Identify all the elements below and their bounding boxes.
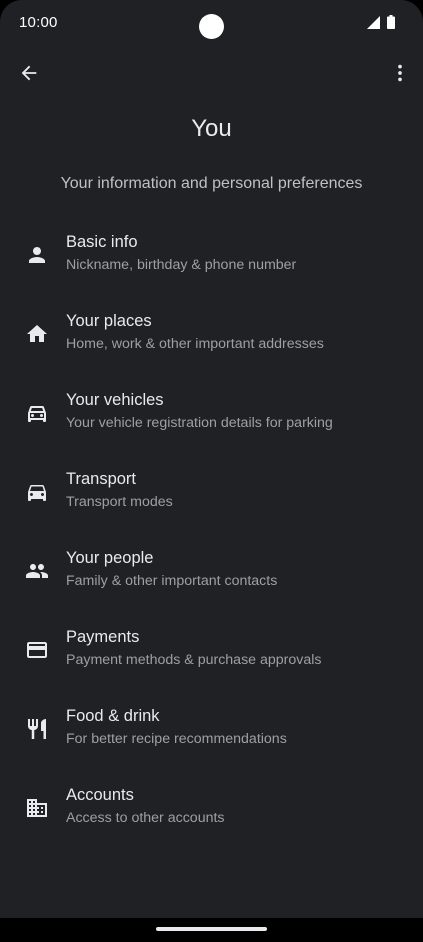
more-vert-icon: [389, 62, 411, 89]
arrow-back-icon: [18, 62, 40, 89]
person-icon: [24, 242, 50, 268]
menu-item-label: Your places: [66, 312, 152, 330]
menu-item-your-places[interactable]: Your places Home, work & other important…: [0, 301, 423, 380]
back-button[interactable]: [9, 55, 49, 95]
menu-item-label: Accounts: [66, 786, 134, 804]
menu-item-description: Payment methods & purchase approvals: [66, 652, 322, 668]
menu-item-description: Family & other important contacts: [66, 573, 278, 589]
status-bar: 10:00: [0, 0, 423, 46]
status-time: 10:00: [19, 14, 58, 31]
menu-item-description: Transport modes: [66, 494, 173, 510]
menu-item-label: Basic info: [66, 233, 138, 251]
menu-item-label: Your vehicles: [66, 391, 164, 409]
page-subtitle: Your information and personal preference…: [60, 175, 363, 192]
top-app-bar: [0, 52, 423, 98]
menu-item-label: Transport: [66, 470, 136, 488]
restaurant-icon: [24, 716, 50, 742]
menu-item-your-vehicles[interactable]: Your vehicles Your vehicle registration …: [0, 380, 423, 459]
people-icon: [24, 558, 50, 584]
menu-item-description: Nickname, birthday & phone number: [66, 257, 297, 273]
menu-item-payments[interactable]: Payments Payment methods & purchase appr…: [0, 617, 423, 696]
camera-cutout: [199, 14, 224, 39]
signal-icon: [367, 15, 380, 34]
page-title: You: [191, 115, 232, 142]
menu-item-description: For better recipe recommendations: [66, 731, 287, 747]
domain-icon: [24, 795, 50, 821]
menu-item-label: Your people: [66, 549, 154, 567]
menu-item-description: Home, work & other important addresses: [66, 336, 324, 352]
menu-item-transport[interactable]: Transport Transport modes: [0, 459, 423, 538]
home-gesture-handle[interactable]: [156, 927, 267, 931]
credit-card-icon: [24, 637, 50, 663]
settings-list: Basic info Nickname, birthday & phone nu…: [0, 222, 423, 854]
more-options-button[interactable]: [380, 55, 420, 95]
menu-item-food-drink[interactable]: Food & drink For better recipe recommend…: [0, 696, 423, 775]
navigation-bar: [0, 918, 423, 942]
menu-item-your-people[interactable]: Your people Family & other important con…: [0, 538, 423, 617]
menu-item-accounts[interactable]: Accounts Access to other accounts: [0, 775, 423, 854]
menu-item-label: Payments: [66, 628, 140, 646]
menu-item-description: Your vehicle registration details for pa…: [66, 415, 333, 431]
menu-item-label: Food & drink: [66, 707, 160, 725]
battery-icon: [387, 15, 395, 34]
home-icon: [24, 321, 50, 347]
car-icon: [24, 479, 50, 505]
screen: 10:00 You Your information and personal …: [0, 0, 423, 942]
menu-item-description: Access to other accounts: [66, 810, 225, 826]
menu-item-basic-info[interactable]: Basic info Nickname, birthday & phone nu…: [0, 222, 423, 301]
status-icons: [367, 15, 395, 34]
car-outline-icon: [24, 400, 50, 426]
